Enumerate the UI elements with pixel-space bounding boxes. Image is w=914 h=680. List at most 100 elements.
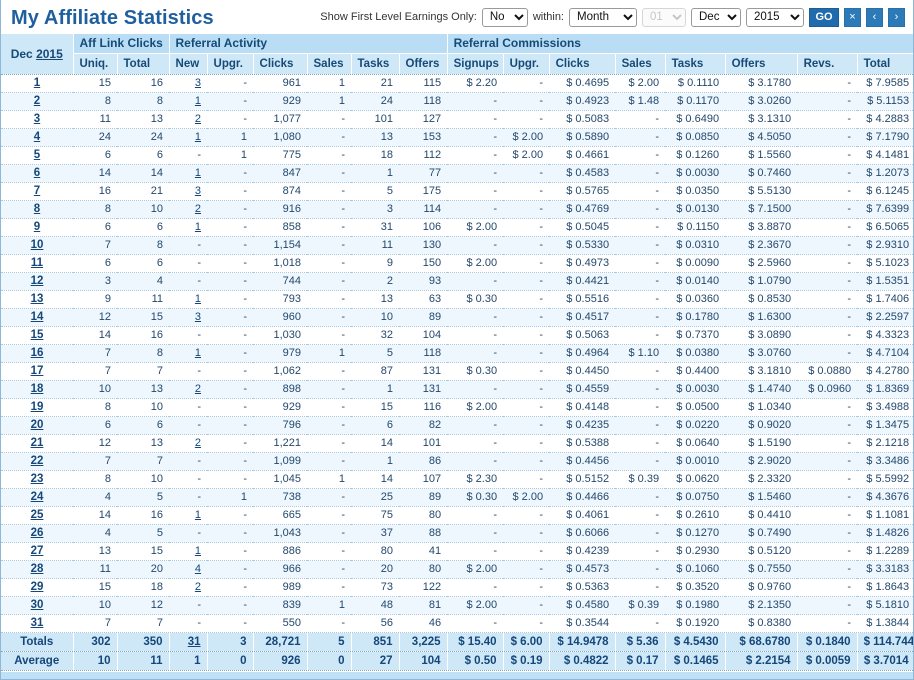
day-link[interactable]: 6 bbox=[34, 167, 40, 179]
cell-tasks: 31 bbox=[351, 218, 400, 237]
col-header-activity-clicks[interactable]: Clicks bbox=[253, 53, 308, 75]
new-referrals-link[interactable]: 3 bbox=[195, 311, 201, 323]
col-header-comm-revs[interactable]: Revs. bbox=[797, 53, 858, 75]
day-link[interactable]: 10 bbox=[31, 239, 44, 251]
day-link[interactable]: 5 bbox=[34, 149, 40, 161]
col-header-comm-upgr[interactable]: Upgr. bbox=[503, 53, 550, 75]
cell-signups: - bbox=[447, 272, 504, 291]
col-header-comm-total[interactable]: Total bbox=[857, 53, 913, 75]
cell-sales: - bbox=[307, 506, 352, 525]
next-period-button[interactable]: › bbox=[888, 7, 905, 27]
new-referrals-link[interactable]: 1 bbox=[195, 95, 201, 107]
day-link[interactable]: 21 bbox=[31, 437, 44, 449]
day-link[interactable]: 1 bbox=[34, 77, 40, 89]
day-link[interactable]: 2 bbox=[34, 95, 40, 107]
new-referrals-link[interactable]: 2 bbox=[195, 383, 201, 395]
col-header-comm-signups[interactable]: Signups bbox=[447, 53, 504, 75]
new-referrals-link[interactable]: 2 bbox=[195, 437, 201, 449]
col-header-comm-clicks[interactable]: Clicks bbox=[549, 53, 616, 75]
col-header-comm-tasks[interactable]: Tasks bbox=[665, 53, 726, 75]
new-referrals-total-link[interactable]: 31 bbox=[188, 636, 201, 648]
new-referrals-link[interactable]: 1 bbox=[195, 347, 201, 359]
day-link[interactable]: 17 bbox=[31, 365, 44, 377]
day-link[interactable]: 12 bbox=[31, 275, 44, 287]
day-link[interactable]: 4 bbox=[34, 131, 40, 143]
new-referrals-link[interactable]: 1 bbox=[195, 509, 201, 521]
cell-clicks: $ 0.4973 bbox=[549, 254, 616, 273]
cell-upgr: - bbox=[503, 560, 550, 579]
col-header-activity-upgr[interactable]: Upgr. bbox=[207, 53, 254, 75]
cell-total: 16 bbox=[117, 506, 170, 525]
day-link[interactable]: 20 bbox=[31, 419, 44, 431]
day-link[interactable]: 28 bbox=[31, 563, 44, 575]
col-header-activity-sales[interactable]: Sales bbox=[307, 53, 352, 75]
cell-total: 6 bbox=[117, 218, 170, 237]
day-link[interactable]: 19 bbox=[31, 401, 44, 413]
new-referrals-link[interactable]: 1 bbox=[195, 221, 201, 233]
day-link[interactable]: 25 bbox=[31, 509, 44, 521]
col-header-clicks-total[interactable]: Total bbox=[117, 53, 170, 75]
col-header-activity-new[interactable]: New bbox=[169, 53, 208, 75]
cell-offers: $ 7.1500 bbox=[725, 200, 798, 219]
day-link[interactable]: 13 bbox=[31, 293, 44, 305]
new-referrals-link[interactable]: 4 bbox=[195, 563, 201, 575]
day-link[interactable]: 11 bbox=[31, 257, 43, 269]
day-link[interactable]: 29 bbox=[31, 581, 44, 593]
new-referrals-link[interactable]: 1 bbox=[195, 131, 201, 143]
cell-upgr: - bbox=[503, 326, 550, 345]
day-link[interactable]: 31 bbox=[31, 617, 44, 629]
day-link[interactable]: 30 bbox=[31, 599, 44, 611]
new-referrals-link[interactable]: 2 bbox=[195, 113, 201, 125]
new-referrals-link[interactable]: 3 bbox=[195, 185, 201, 197]
day-link[interactable]: 23 bbox=[31, 473, 44, 485]
totals-row-label: Totals bbox=[1, 632, 74, 652]
day-link[interactable]: 24 bbox=[31, 491, 44, 503]
cell-sales: $ 2.00 bbox=[615, 74, 666, 93]
cell-offers: 80 bbox=[399, 560, 448, 579]
day-link[interactable]: 3 bbox=[34, 113, 40, 125]
new-referrals-link[interactable]: 1 bbox=[195, 293, 201, 305]
col-header-comm-offers[interactable]: Offers bbox=[725, 53, 798, 75]
cell-uniq: 14 bbox=[73, 326, 117, 345]
day-link[interactable]: 27 bbox=[31, 545, 44, 557]
month-select[interactable]: Dec bbox=[691, 7, 741, 27]
cell-upgr: - bbox=[503, 614, 550, 633]
cell-clicks: $ 0.5063 bbox=[549, 326, 616, 345]
cell-offers: 86 bbox=[399, 452, 448, 471]
date-col-year[interactable]: 2015 bbox=[36, 47, 63, 61]
new-referrals-link[interactable]: 2 bbox=[195, 203, 201, 215]
go-button[interactable]: GO bbox=[809, 7, 839, 27]
period-select[interactable]: Month bbox=[569, 7, 637, 27]
new-referrals-link[interactable]: 3 bbox=[195, 77, 201, 89]
cell-tasks: 20 bbox=[351, 560, 400, 579]
cell-total: $ 7.1790 bbox=[857, 128, 913, 147]
new-referrals-link[interactable]: 1 bbox=[195, 545, 201, 557]
cell-offers: $ 2.1350 bbox=[725, 596, 798, 615]
average-row-cell: 0 bbox=[307, 651, 352, 671]
day-link[interactable]: 22 bbox=[31, 455, 44, 467]
cell-total: $ 2.2597 bbox=[857, 308, 913, 327]
day-link[interactable]: 16 bbox=[31, 347, 44, 359]
new-referrals-link[interactable]: 2 bbox=[195, 581, 201, 593]
day-link[interactable]: 7 bbox=[34, 185, 40, 197]
cell-revs: - bbox=[797, 398, 858, 417]
cell-upgr: - bbox=[207, 452, 254, 471]
day-link[interactable]: 9 bbox=[34, 221, 40, 233]
cell-offers: 118 bbox=[399, 92, 448, 111]
col-header-activity-offers[interactable]: Offers bbox=[399, 53, 448, 75]
cell-total: 10 bbox=[117, 200, 170, 219]
col-header-comm-sales[interactable]: Sales bbox=[615, 53, 666, 75]
day-link[interactable]: 15 bbox=[31, 329, 44, 341]
first-level-earnings-select[interactable]: No bbox=[481, 7, 528, 27]
col-header-clicks-uniq[interactable]: Uniq. bbox=[73, 53, 118, 75]
day-link[interactable]: 26 bbox=[31, 527, 44, 539]
close-button[interactable]: × bbox=[844, 7, 861, 27]
previous-period-button[interactable]: ‹ bbox=[866, 7, 883, 27]
day-link[interactable]: 14 bbox=[31, 311, 44, 323]
day-link[interactable]: 8 bbox=[34, 203, 40, 215]
col-header-activity-tasks[interactable]: Tasks bbox=[351, 53, 400, 75]
day-link[interactable]: 18 bbox=[31, 383, 44, 395]
year-select[interactable]: 2015 bbox=[746, 7, 804, 27]
cell-sales: - bbox=[615, 146, 666, 165]
new-referrals-link[interactable]: 1 bbox=[195, 167, 201, 179]
